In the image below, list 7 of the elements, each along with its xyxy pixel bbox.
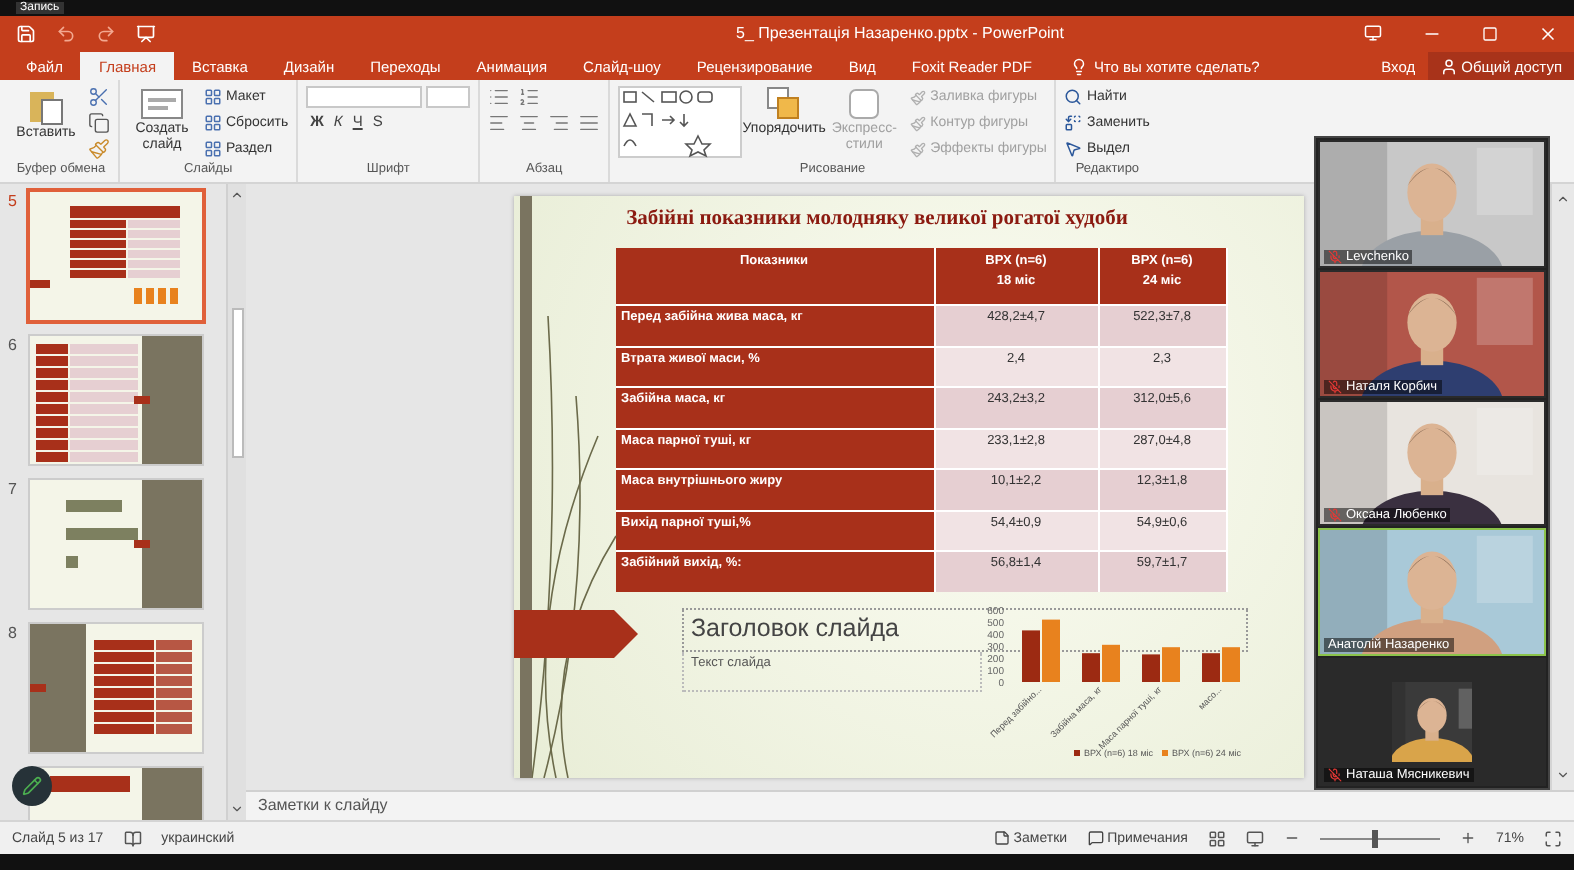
notes-field[interactable]: Заметки к слайду — [246, 790, 1574, 820]
slide-number: 5 — [8, 192, 19, 210]
slide-number: 7 — [8, 480, 19, 498]
window-title: 5_ Презентація Назаренко.pptx - PowerPoint — [734, 24, 1066, 42]
slide-number: 6 — [8, 336, 19, 354]
slide-number: 8 — [8, 624, 19, 642]
slide-title: Забійні показники молодняку великої рогатої худоби — [626, 208, 1128, 230]
